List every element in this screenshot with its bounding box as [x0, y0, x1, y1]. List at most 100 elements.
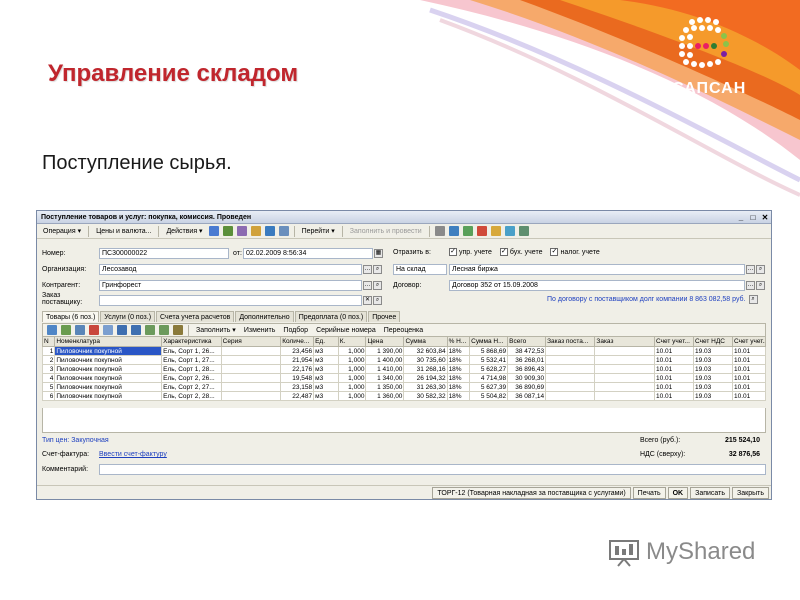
table-cell[interactable]: 31 268,16 [403, 364, 448, 374]
table-cell[interactable]: Ель, Сорт 1, 26... [161, 346, 222, 356]
table-cell[interactable]: 30 582,32 [403, 391, 448, 401]
table-cell[interactable] [594, 364, 655, 374]
column-header[interactable]: Серия [220, 336, 282, 347]
table-cell[interactable]: Ель, Сорт 2, 28... [161, 391, 222, 401]
table-cell[interactable]: 18% [446, 391, 471, 401]
calendar-icon[interactable]: ▦ [374, 249, 383, 258]
table-cell[interactable]: 19.03 [692, 382, 734, 392]
supplier-order-field[interactable] [99, 295, 362, 306]
enter-invoice-link[interactable]: Ввести счет-фактуру [99, 451, 167, 458]
tab-prepayment[interactable]: Предоплата (0 поз.) [294, 311, 368, 322]
contract-field[interactable]: Договор 352 от 15.09.2008 [449, 280, 745, 291]
table-cell[interactable]: 32 603,84 [403, 346, 448, 356]
organization-field[interactable]: Лесозавод [99, 264, 362, 275]
table-cell[interactable]: 26 194,32 [403, 373, 448, 383]
tax-accounting-checkbox[interactable]: ✓ [550, 248, 559, 256]
table-cell[interactable]: 1 350,00 [365, 382, 405, 392]
save-button[interactable]: Записать [690, 486, 731, 499]
table-cell[interactable] [594, 355, 655, 365]
table-cell[interactable] [220, 391, 282, 401]
column-header[interactable]: Сумма Н... [469, 336, 509, 347]
open-icon[interactable]: ⌕ [373, 296, 382, 305]
select-button[interactable]: … [746, 281, 755, 290]
report-icon[interactable] [278, 226, 289, 236]
table-cell[interactable]: 5 532,41 [469, 355, 509, 365]
fill-menu[interactable]: Заполнить ▾ [193, 325, 239, 335]
table-cell[interactable]: м3 [313, 373, 339, 383]
actions-menu[interactable]: Действия ▾ [163, 226, 205, 236]
refresh-icon[interactable]: ⌕ [748, 295, 758, 304]
table-cell[interactable] [545, 346, 596, 356]
table-cell[interactable]: 4 714,98 [469, 373, 509, 383]
table-cell[interactable]: 19.03 [692, 391, 734, 401]
column-header[interactable]: Заказ поста... [545, 336, 596, 347]
column-header[interactable]: К. [337, 336, 367, 347]
table-cell[interactable] [594, 382, 655, 392]
select-button[interactable]: … [746, 265, 755, 274]
column-header[interactable]: Счет учет... [732, 336, 766, 347]
table-cell[interactable]: 18% [446, 346, 471, 356]
open-icon[interactable]: ⌕ [373, 281, 382, 290]
select-items-button[interactable]: Подбор [280, 326, 311, 335]
revaluation-button[interactable]: Переоценка [381, 326, 426, 335]
column-header[interactable]: N [41, 336, 56, 347]
open-icon[interactable]: ⌕ [756, 281, 765, 290]
table-cell[interactable]: 10.01 [653, 382, 694, 392]
table-cell[interactable]: 36 890,69 [507, 382, 547, 392]
open-icon[interactable]: ⌕ [756, 265, 765, 274]
table-row[interactable]: 1 Пиловочник покупной Ель, Сорт 1, 26... 23… [41, 346, 766, 356]
table-cell[interactable]: 1,000 [337, 364, 367, 374]
table-cell[interactable]: 1 400,00 [365, 355, 405, 365]
minimize-icon[interactable]: _ [735, 213, 747, 222]
back-arrow-icon[interactable] [208, 226, 219, 236]
table-cell[interactable]: 36 087,14 [507, 391, 547, 401]
table-cell[interactable]: 10.01 [653, 391, 694, 401]
sort-asc-icon[interactable] [145, 325, 155, 335]
table-cell[interactable]: 19.03 [692, 346, 734, 356]
table-cell[interactable]: 6 [41, 391, 56, 401]
table-cell[interactable]: 36 268,01 [507, 355, 547, 365]
table-row[interactable]: 6 Пиловочник покупной Ель, Сорт 2, 28... 22… [41, 391, 766, 401]
table-cell[interactable]: 1,000 [337, 391, 367, 401]
table-cell[interactable]: 21,954 [280, 355, 315, 365]
table-cell[interactable]: м3 [313, 391, 339, 401]
column-header[interactable]: % Н... [446, 336, 471, 347]
comment-field[interactable] [99, 464, 766, 475]
print-button[interactable]: Печать [632, 486, 666, 499]
column-header[interactable]: Количе... [280, 336, 315, 347]
table-cell[interactable]: Пиловочник покупной [54, 346, 163, 356]
table-cell[interactable]: 1 340,00 [365, 373, 405, 383]
table-cell[interactable]: 1 360,00 [365, 391, 405, 401]
table-cell[interactable]: 10.01 [653, 373, 694, 383]
tab-other[interactable]: Прочее [368, 311, 401, 322]
table-cell[interactable]: 10.01 [732, 364, 766, 374]
table-cell[interactable]: 30 909,30 [507, 373, 547, 383]
table-cell[interactable]: 1,000 [337, 382, 367, 392]
table-cell[interactable]: Пиловочник покупной [54, 391, 163, 401]
goto-menu[interactable]: Перейти ▾ [299, 226, 338, 236]
bookkeeping-checkbox[interactable]: ✓ [499, 248, 508, 256]
table-cell[interactable]: Ель, Сорт 1, 27... [161, 355, 222, 365]
number-field[interactable]: ПС300000022 [99, 248, 229, 259]
table-row[interactable]: 5 Пиловочник покупной Ель, Сорт 2, 27... 23… [41, 382, 766, 392]
date-field[interactable]: 02.02.2009 8:56:34 [243, 248, 373, 259]
price-type-link[interactable]: Тип цен: Закупочная [42, 437, 109, 444]
end-edit-icon[interactable] [103, 325, 113, 335]
fill-and-post-button[interactable]: Заполнить и провести [347, 227, 425, 236]
table-cell[interactable]: 19,548 [280, 373, 315, 383]
table-cell[interactable]: м3 [313, 355, 339, 365]
table-row[interactable]: 4 Пиловочник покупной Ель, Сорт 2, 26... 19… [41, 373, 766, 383]
delete-row-icon[interactable] [89, 325, 99, 335]
table-cell[interactable]: 19.03 [692, 373, 734, 383]
save-icon[interactable] [222, 226, 233, 236]
contractor-field[interactable]: Гринфорест [99, 280, 362, 291]
table-cell[interactable] [545, 355, 596, 365]
tab-additional[interactable]: Дополнительно [235, 311, 294, 322]
table-row[interactable]: 2 Пиловочник покупной Ель, Сорт 1, 27... 21… [41, 355, 766, 365]
transfer-icon[interactable] [490, 226, 501, 236]
table-cell[interactable]: 31 263,30 [403, 382, 448, 392]
select-button[interactable]: … [363, 281, 372, 290]
document-icon[interactable] [448, 226, 459, 236]
table-cell[interactable]: 18% [446, 382, 471, 392]
open-icon[interactable]: ⌕ [373, 265, 382, 274]
